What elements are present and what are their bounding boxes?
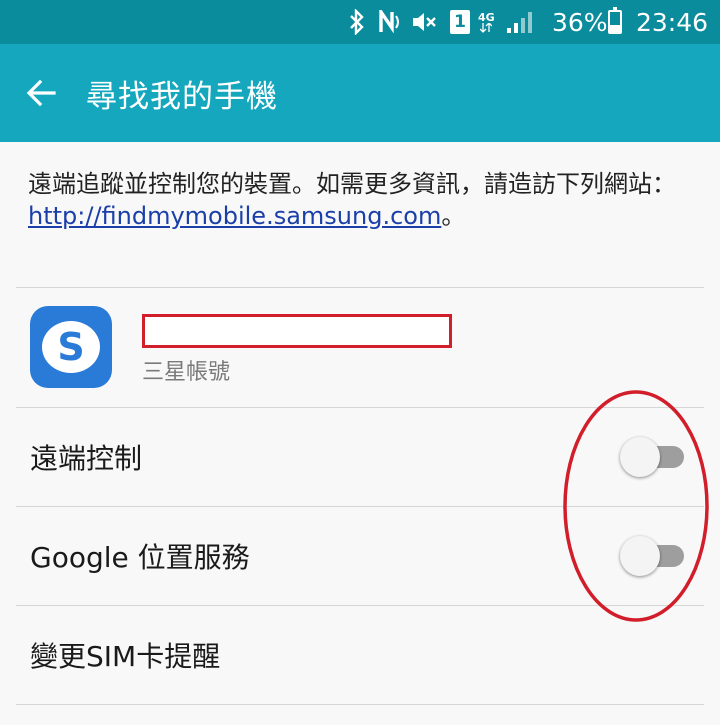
samsung-account-icon: S — [30, 306, 112, 388]
remote-control-toggle[interactable] — [620, 436, 688, 478]
nfc-icon — [378, 0, 404, 44]
setting-label: 變更SIM卡提醒 — [30, 640, 221, 673]
google-location-toggle[interactable] — [620, 535, 688, 577]
back-button[interactable] — [20, 72, 62, 114]
signal-icon — [506, 0, 534, 44]
account-type-label: 三星帳號 — [142, 360, 231, 385]
sim-icon: 1 — [450, 0, 470, 44]
setting-label: 遠端控制 — [30, 442, 143, 475]
clock: 23:46 — [636, 7, 709, 37]
battery-percent: 36% — [552, 7, 608, 37]
status-bar: 1 4G 36% 23:46 — [0, 0, 720, 44]
page-title: 尋找我的手機 — [86, 78, 278, 115]
findmymobile-link[interactable]: http://findmymobile.samsung.com — [28, 202, 441, 230]
network-type-icon: 4G — [478, 0, 495, 44]
battery-icon — [608, 0, 622, 44]
description: 遠端追蹤並控制您的裝置。如需更多資訊，請造訪下列網站： http://findm… — [28, 168, 700, 232]
setting-google-location[interactable]: Google 位置服務 — [0, 507, 720, 605]
setting-remote-control[interactable]: 遠端控制 — [0, 408, 720, 506]
toggle-knob — [620, 536, 660, 576]
back-arrow-icon — [26, 79, 56, 107]
bluetooth-icon — [348, 0, 366, 44]
toggle-knob — [620, 437, 660, 477]
description-suffix: 。 — [441, 202, 466, 230]
app-bar: 尋找我的手機 — [0, 44, 720, 142]
account-row[interactable]: S 三星帳號 — [0, 288, 720, 406]
battery-fill — [610, 24, 620, 32]
description-text: 遠端追蹤並控制您的裝置。如需更多資訊，請造訪下列網站： — [28, 170, 676, 198]
mute-icon — [410, 0, 438, 44]
setting-label: Google 位置服務 — [30, 541, 250, 574]
divider — [16, 704, 704, 705]
speech-bubble-icon: S — [42, 321, 100, 373]
redacted-account-name — [142, 314, 452, 348]
setting-sim-change-alert[interactable]: 變更SIM卡提醒 — [0, 606, 720, 704]
